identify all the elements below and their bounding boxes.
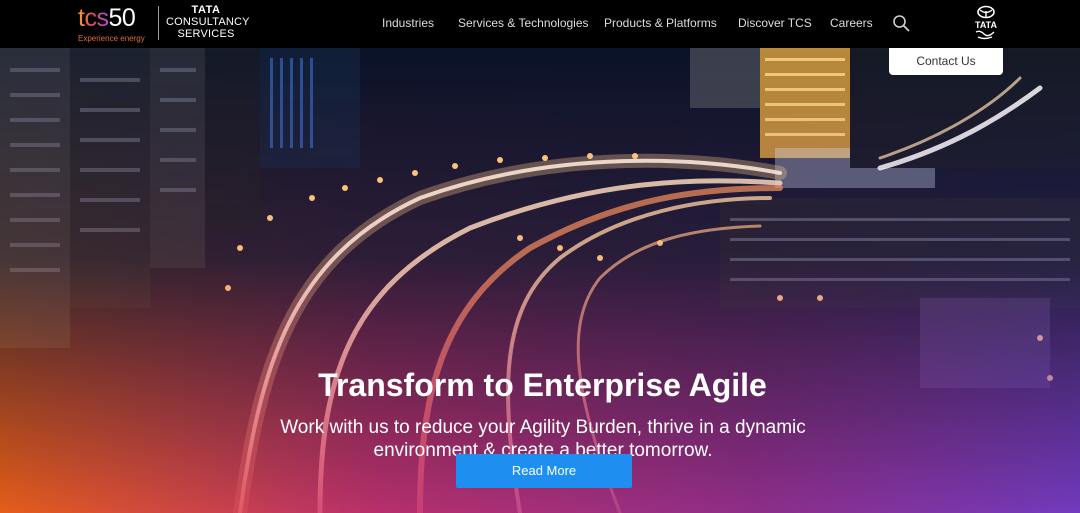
- nav-item-services-technologies[interactable]: Services & Technologies: [458, 16, 589, 32]
- company-name-line3: SERVICES: [177, 28, 235, 40]
- company-name: TATA CONSULTANCY SERVICES: [166, 4, 250, 40]
- hero-title: Transform to Enterprise Agile: [318, 367, 767, 403]
- contact-us-button[interactable]: Contact Us: [889, 48, 1003, 75]
- tata-emblem-text: TATA: [975, 20, 997, 30]
- nav-item-products-platforms[interactable]: Products & Platforms: [604, 16, 717, 32]
- nav-item-industries[interactable]: Industries: [382, 16, 434, 32]
- company-name-line2: CONSULTANCY: [166, 16, 250, 28]
- tata-emblem-logo[interactable]: TATA: [968, 4, 1004, 44]
- nav-item-discover-tcs[interactable]: Discover TCS: [738, 16, 812, 32]
- hero-banner: Transform to Enterprise Agile Work with …: [0, 48, 1080, 513]
- tcs50-number: 50: [108, 4, 136, 32]
- read-more-button[interactable]: Read More: [456, 454, 632, 488]
- search-icon[interactable]: [892, 14, 910, 32]
- tcs50-prefix: tcs: [78, 4, 109, 32]
- top-navigation-bar: tcs50 Experience energy TATA CONSULTANCY…: [0, 0, 1080, 48]
- brand-tagline: Experience energy: [78, 34, 145, 43]
- brand-divider: [158, 6, 159, 40]
- nav-item-careers[interactable]: Careers: [830, 16, 873, 32]
- tcs50-logo: tcs50 Experience energy: [78, 4, 154, 43]
- company-name-line1: TATA: [191, 4, 221, 16]
